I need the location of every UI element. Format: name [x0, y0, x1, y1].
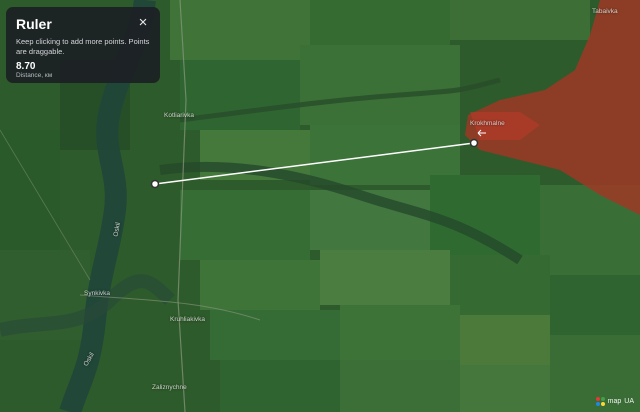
- ruler-panel: Ruler × Keep clicking to add more points…: [6, 7, 160, 83]
- ruler-point-end[interactable]: [469, 138, 479, 148]
- place-label-kotliarivka: Kotliarivka: [164, 112, 194, 119]
- ruler-point-start[interactable]: [150, 179, 160, 189]
- place-label-kruhliakivka: Kruhliakivka: [170, 316, 206, 323]
- place-label-synkivka: Synkivka: [84, 290, 111, 297]
- ruler-title: Ruler: [16, 16, 52, 32]
- brand-logo-icon: [595, 396, 605, 406]
- brand-name: map: [607, 397, 622, 405]
- brand-suffix: UA: [624, 397, 634, 405]
- distance-value: 8.70: [16, 61, 36, 72]
- close-icon[interactable]: ×: [135, 15, 151, 31]
- ruler-hint: Keep clicking to add more points. Points…: [16, 37, 150, 56]
- map-attribution[interactable]: map UA: [595, 396, 634, 406]
- place-label-krokhmalne: Krokhmalne: [470, 120, 505, 127]
- place-label-zaliznychne: Zaliznychne: [152, 384, 187, 391]
- place-label-tabaivka: Tabaivka: [592, 8, 618, 15]
- distance-unit: Distance, км: [16, 72, 53, 79]
